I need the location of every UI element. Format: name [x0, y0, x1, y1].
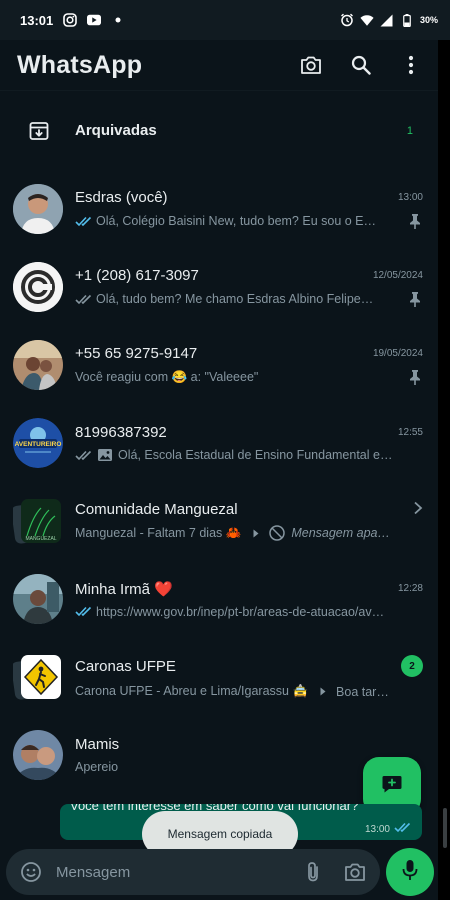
chat-preview: Você reagiu com 😂 a: "Valeeee"	[75, 369, 259, 384]
chat-name: Minha Irmã ❤️	[75, 580, 173, 598]
chat-time: 19/05/2024	[372, 348, 423, 359]
microphone-icon	[402, 859, 418, 886]
alarm-icon	[340, 13, 354, 27]
youtube-icon	[87, 13, 102, 27]
voice-message-button[interactable]	[386, 848, 434, 896]
chat-name: Mamis	[75, 736, 120, 753]
status-bar: 13:01 30%	[0, 0, 450, 40]
group-name: Carona UFPE - Abreu e Lima/Igarassu 🚖	[75, 684, 309, 698]
new-chat-icon	[381, 774, 403, 799]
bubble-time: 13:00	[364, 823, 390, 835]
battery-level: 30%	[419, 15, 438, 25]
play-arrow-icon	[320, 687, 326, 696]
scrollbar[interactable]	[438, 40, 450, 900]
signal-icon	[380, 13, 394, 27]
chat-preview: Olá, Colégio Baisini New, tudo bem? Eu s…	[96, 214, 377, 228]
wifi-icon	[360, 13, 374, 27]
chat-name: +1 (208) 617-3097	[75, 267, 199, 284]
archive-icon	[19, 120, 59, 142]
svg-text:MANGUEZAL: MANGUEZAL	[25, 536, 56, 542]
chat-name: Comunidade Manguezal	[75, 501, 238, 518]
chat-item-phone-3[interactable]: AVENTUREIRO 81996387392 12:55 Olá, Escol…	[0, 404, 438, 482]
double-check-icon	[75, 216, 93, 227]
chevron-right-icon	[413, 501, 423, 518]
status-time: 13:01	[20, 12, 54, 28]
group-name: Manguezal - Faltam 7 dias 🦀	[75, 525, 242, 540]
chat-time: 12:28	[397, 583, 423, 594]
instagram-icon	[63, 13, 78, 27]
avatar	[13, 574, 63, 624]
chat-item-esdras[interactable]: Esdras (você) 13:00 Olá, Colégio Baisini…	[0, 170, 438, 248]
chat-item-comunidade-manguezal[interactable]: MANGUEZAL Comunidade Manguezal Manguezal…	[0, 482, 438, 560]
message-composer	[6, 849, 380, 895]
blocked-icon	[269, 525, 286, 541]
message-input[interactable]	[56, 863, 284, 881]
archived-label: Arquivadas	[75, 122, 157, 139]
chat-name: Esdras (você)	[75, 189, 168, 206]
pin-icon	[407, 291, 423, 307]
attach-icon[interactable]	[300, 861, 326, 883]
pin-icon	[407, 213, 423, 229]
chat-name: 81996387392	[75, 424, 167, 441]
emoji-icon[interactable]	[18, 861, 44, 883]
avatar: AVENTUREIRO	[13, 418, 63, 468]
chat-time: 13:00	[397, 192, 423, 203]
chat-preview: Olá, tudo bem? Me chamo Esdras Albino Fe…	[96, 292, 374, 306]
double-check-icon	[75, 450, 93, 461]
app-title: WhatsApp	[17, 50, 143, 79]
chat-preview: Mensagem apa…	[291, 526, 390, 540]
chat-item-caronas-ufpe[interactable]: Caronas UFPE 2 Carona UFPE - Abreu e Lim…	[0, 638, 438, 716]
toast-text: Mensagem copiada	[167, 827, 273, 841]
scrollbar-thumb[interactable]	[443, 808, 447, 848]
camera-icon[interactable]	[298, 52, 324, 78]
image-icon	[98, 449, 112, 461]
more-options-icon[interactable]	[398, 52, 424, 78]
bubble-meta: 13:00	[365, 822, 412, 836]
community-avatar	[13, 652, 63, 702]
chat-item-phone-2[interactable]: +55 65 9275-9147 19/05/2024 Você reagiu …	[0, 326, 438, 404]
chat-item-minha-irma[interactable]: Minha Irmã ❤️ 12:28 https://www.gov.br/i…	[0, 560, 438, 638]
avatar	[13, 730, 63, 780]
double-check-icon	[75, 606, 93, 617]
archived-row[interactable]: Arquivadas 1	[0, 90, 438, 170]
double-check-icon	[75, 294, 93, 305]
dot-icon	[111, 13, 125, 27]
chat-item-phone-1[interactable]: +1 (208) 617-3097 12/05/2024 Olá, tudo b…	[0, 248, 438, 326]
archived-count: 1	[406, 124, 413, 137]
chat-name: +55 65 9275-9147	[75, 345, 198, 362]
avatar	[13, 262, 63, 312]
search-icon[interactable]	[348, 52, 374, 78]
chat-preview: https://www.gov.br/inep/pt-br/areas-de-a…	[96, 604, 385, 619]
chat-name: Caronas UFPE	[75, 657, 176, 675]
battery-icon	[400, 13, 414, 27]
avatar	[13, 184, 63, 234]
double-check-icon	[394, 822, 412, 836]
play-arrow-icon	[253, 529, 259, 538]
chat-list-screen: WhatsApp Arquivadas 1 Esdras (você) 13:0…	[0, 40, 438, 900]
svg-text:AVENTUREIRO: AVENTUREIRO	[15, 441, 62, 448]
community-avatar: MANGUEZAL	[13, 496, 63, 546]
unread-badge: 2	[401, 655, 423, 677]
chat-time: 12/05/2024	[372, 270, 423, 281]
camera-icon[interactable]	[342, 862, 368, 882]
chat-preview: Boa tar…	[336, 684, 389, 699]
pin-icon	[407, 369, 423, 385]
chat-preview: Olá, Escola Estadual de Ensino Fundament…	[118, 448, 393, 462]
chat-time: 12:55	[397, 427, 423, 438]
avatar	[13, 340, 63, 390]
app-header: WhatsApp	[0, 40, 438, 90]
